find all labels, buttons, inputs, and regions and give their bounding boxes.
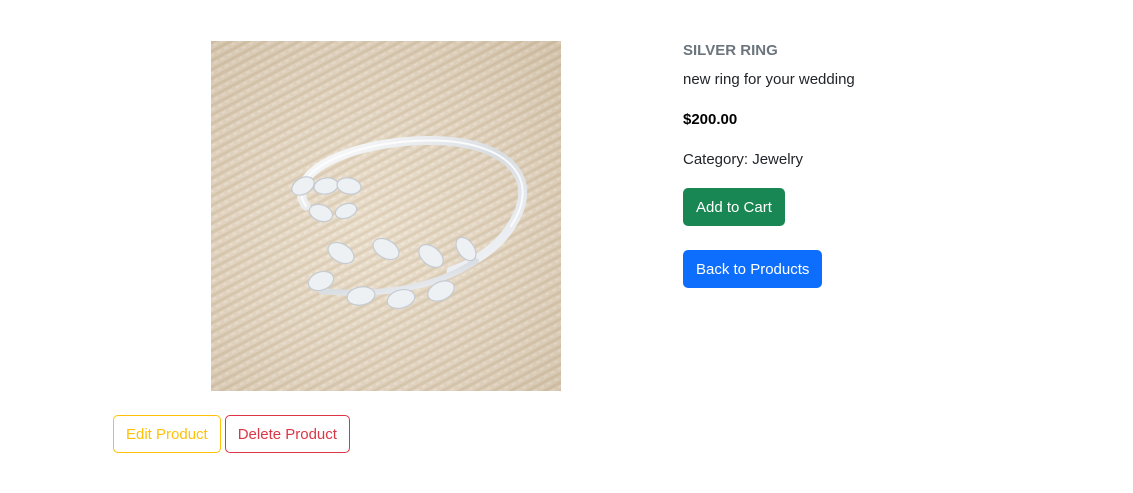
- product-detail-page: Edit Product Delete Product SILVER RING …: [0, 0, 1133, 493]
- edit-product-button[interactable]: Edit Product: [113, 415, 221, 453]
- back-to-products-button[interactable]: Back to Products: [683, 250, 823, 288]
- product-image: [211, 41, 561, 391]
- product-title: SILVER RING: [683, 42, 778, 59]
- product-description: new ring for your wedding: [683, 71, 855, 88]
- product-details: SILVER RING new ring for your wedding $2…: [683, 40, 1103, 288]
- delete-product-button[interactable]: Delete Product: [224, 415, 350, 453]
- product-category: Category: Jewelry: [683, 151, 804, 168]
- add-to-cart-button[interactable]: Add to Cart: [683, 188, 785, 226]
- admin-actions: Edit Product Delete Product: [113, 415, 350, 453]
- product-price: $200.00: [683, 111, 738, 128]
